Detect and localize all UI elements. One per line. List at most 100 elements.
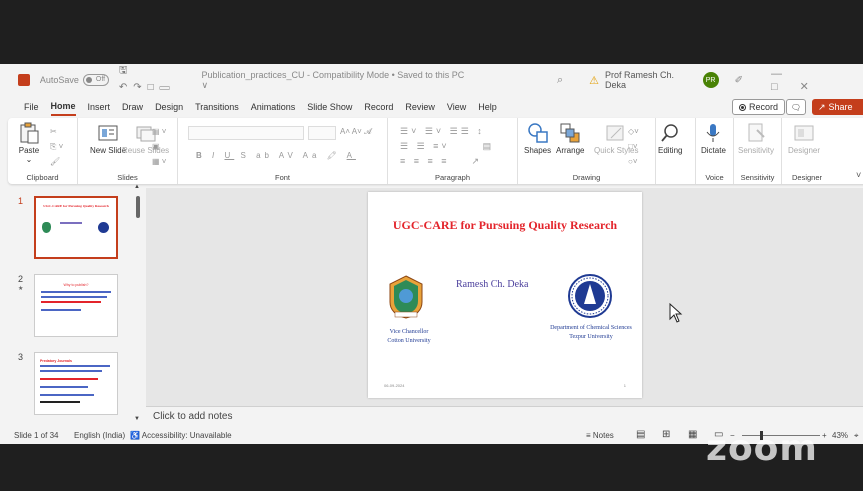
tab-file[interactable]: File [24,99,39,115]
scroll-down-icon[interactable]: ▼ [134,416,140,422]
dictate-button[interactable]: Dictate [701,122,726,155]
thumbnails-scrollbar[interactable]: ▲ ▼ [134,184,142,428]
thumb-line [41,291,111,293]
sensitivity-icon [748,123,765,142]
group-designer: Designer Designer [782,118,832,184]
language-indicator[interactable]: English (India) [74,431,125,440]
slide-date: 06-09-2024 [384,383,405,388]
pen-icon[interactable]: ✐ [735,75,743,86]
tab-review[interactable]: Review [405,99,435,115]
group-label-paragraph: Paragraph [434,173,471,182]
tab-help[interactable]: Help [478,99,497,115]
group-label-voice: Voice [705,173,724,182]
new-slide-icon [98,125,118,141]
group-drawing: Shapes Arrange Quick Styles ◇˅ □˅ ○˅ Drawi… [518,118,656,184]
thumb-line [40,378,98,380]
slide-right-affiliation[interactable]: Department of Chemical Sciences Tezpur U… [536,324,646,342]
slide-title[interactable]: UGC-CARE for Pursuing Quality Research [368,218,642,233]
shapes-button[interactable]: Shapes [524,122,551,155]
tab-view[interactable]: View [447,99,466,115]
thumb-line [40,365,110,367]
microphone-icon [707,124,720,142]
zoom-in-icon[interactable]: + [822,431,827,440]
slide-left-affiliation[interactable]: Vice Chancellor Cotton University [384,328,434,346]
comment-icon: 🗨 [790,102,802,112]
slide-layout-tools[interactable]: ▤ ˅ ▣ ▦ ˅ [152,124,166,169]
group-label-sensitivity: Sensitivity [740,173,775,182]
shape-format-tools[interactable]: ◇˅ □˅ ○˅ [628,124,639,169]
group-sensitivity: Sensitivity Sensitivity [734,118,782,184]
notes-icon: ≡ [586,431,591,440]
slide-sorter-icon[interactable]: ⊞ [662,429,670,440]
slide-author[interactable]: Ramesh Ch. Deka [456,279,529,290]
notes-toggle[interactable]: ≡ Notes [586,431,614,440]
paste-icon [20,122,39,144]
vc-title: Vice Chancellor [389,329,429,335]
clipboard-small-tools[interactable]: ✂ ⎘ ˅ 🖌 [50,124,63,169]
autosave-label: AutoSave [39,75,79,85]
share-label: Share [828,102,853,112]
group-paragraph: ☰˅ ☰˅ ☰☰ ↕ ☰ ☰ ≡˅ ▤ ≡ ≡ ≡ ≡ ↗ Paragraph [388,118,518,184]
avatar[interactable]: PR [702,72,719,88]
thumbnail-slide-2[interactable]: Why to publish? [34,274,118,337]
tab-record[interactable]: Record [364,99,393,115]
designer-icon [794,125,814,141]
quick-access-toolbar[interactable]: 🖫↶↷□▭ [119,64,190,97]
tab-transitions[interactable]: Transitions [195,99,239,115]
paragraph-tools[interactable]: ☰˅ ☰˅ ☰☰ ↕ ☰ ☰ ≡˅ ▤ ≡ ≡ ≡ ≡ ↗ [400,124,494,169]
ribbon-collapse-icon[interactable]: ˅ [856,170,861,180]
record-icon [739,103,746,111]
slide-counter: Slide 1 of 34 [14,431,59,440]
normal-view-icon[interactable]: ▤ [636,429,645,440]
fit-slide-icon[interactable]: ⌖ [854,431,859,441]
thumb-title-3: Predatory Journals [40,359,72,363]
thumb-number-2: 2 [18,274,24,284]
group-label-designer: Designer [791,173,822,182]
tezpur-university-name: Tezpur University [569,334,613,340]
thumb-logo-left [42,222,51,233]
search-icon[interactable]: ⌕ [557,74,563,87]
tezpur-university-logo-icon [568,274,612,318]
accessibility-status[interactable]: ♿ Accessibility: Unavailable [130,431,232,440]
new-slide-button[interactable]: New Slide [90,122,126,155]
designer-button[interactable]: Designer [788,122,820,155]
thumbnail-slide-3[interactable]: Predatory Journals [34,352,118,415]
group-slides: New Slide Reuse Slides ▤ ˅ ▣ ▦ ˅ Slides [78,118,178,184]
font-grow-shrink[interactable]: A˄ A˅ 𝓐 [340,127,372,137]
tab-draw[interactable]: Draw [122,99,143,115]
current-slide[interactable]: UGC-CARE for Pursuing Quality Research R… [368,192,642,398]
ribbon-tabs: File Home Insert Draw Design Transitions… [0,96,863,118]
scroll-up-icon[interactable]: ▲ [134,184,140,190]
arrange-button[interactable]: Arrange [556,122,584,155]
tab-design[interactable]: Design [155,99,183,115]
powerpoint-logo-icon [18,74,30,86]
tab-home[interactable]: Home [50,98,76,116]
slide-page-number: 1 [623,383,626,388]
tab-slide-show[interactable]: Slide Show [307,99,352,115]
window-controls[interactable]: —□✕ [771,68,863,93]
editing-button[interactable]: Editing [658,122,682,155]
font-name-dropdown[interactable] [188,126,304,140]
share-button[interactable]: ↗ Share [812,99,863,115]
notes-pane[interactable]: Click to add notes [146,406,863,428]
zoom-level[interactable]: 43% [832,431,848,440]
scrollbar-thumb[interactable] [136,196,140,218]
tab-animations[interactable]: Animations [251,99,296,115]
reading-view-icon[interactable]: ▦ [688,429,697,440]
sensitivity-button[interactable]: Sensitivity [738,122,774,155]
paste-button[interactable]: Paste ⌄ [18,122,40,164]
document-filename[interactable]: Publication_practices_CU - Compatibility… [202,70,471,91]
tab-insert[interactable]: Insert [88,99,111,115]
record-button[interactable]: Record [732,99,786,115]
shapes-icon [527,123,548,143]
thumb-line [40,386,88,388]
video-letterbox-top [0,0,863,64]
user-name[interactable]: Prof Ramesh Ch. Deka [605,70,697,90]
autosave-toggle[interactable]: Off [82,74,109,86]
font-size-dropdown[interactable] [308,126,336,140]
font-format-buttons[interactable]: B I U S ab AV Aa 🖍 A [196,151,356,160]
quick-styles-icon [606,125,624,141]
comments-button[interactable]: 🗨 [786,99,806,115]
thumbnail-slide-1[interactable]: UGC-CARE for Pursuing Quality Research [34,196,118,259]
warning-icon[interactable]: ⚠ [589,74,599,87]
